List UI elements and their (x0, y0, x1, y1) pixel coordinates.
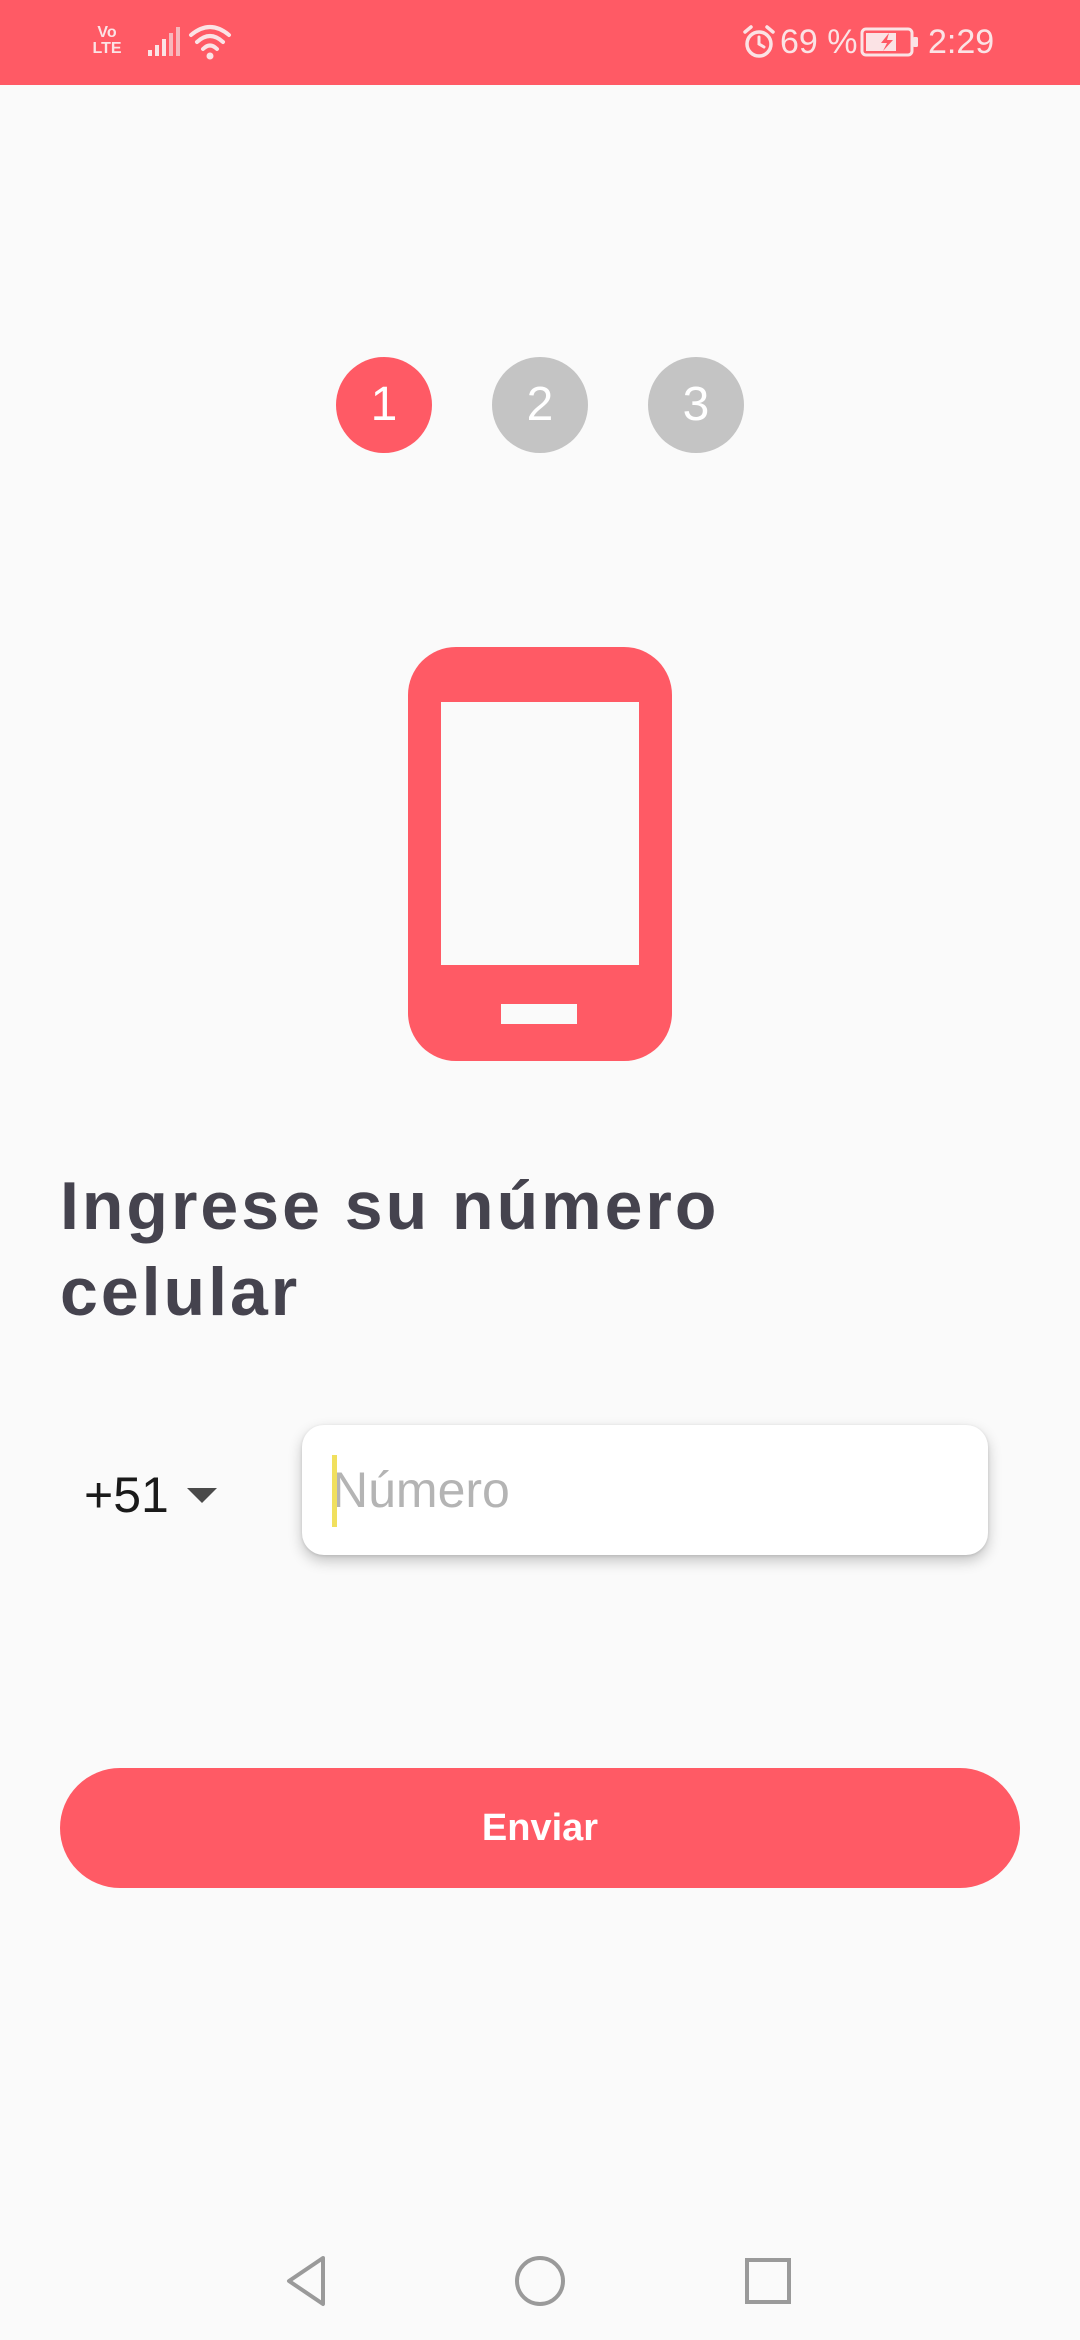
volte-label-top: Vo (97, 24, 117, 41)
send-button[interactable]: Enviar (60, 1768, 1020, 1888)
volte-icon: Vo LTE (92, 25, 122, 57)
volte-label-bottom: LTE (92, 40, 122, 57)
dropdown-arrow-icon (186, 1487, 217, 1503)
country-code-dropdown[interactable]: +51 (84, 1460, 244, 1530)
battery-percent: 69 % (780, 23, 858, 61)
step-3: 3 (648, 357, 744, 453)
step-1: 1 (336, 357, 432, 453)
smartphone-icon (408, 647, 672, 1061)
phone-number-input[interactable] (332, 1425, 962, 1555)
step-2: 2 (492, 357, 588, 453)
alarm-icon (743, 25, 775, 58)
text-cursor (332, 1455, 337, 1527)
wifi-icon (189, 25, 231, 60)
country-code-label: +51 (84, 1467, 169, 1523)
page-title: Ingrese su número celular (60, 1168, 720, 1330)
status-bar: Vo LTE 69 % 2:29 (0, 0, 1080, 85)
recents-icon[interactable] (733, 2246, 803, 2316)
phone-number-field (302, 1425, 988, 1555)
clock: 2:29 (928, 23, 995, 61)
signal-icon (148, 27, 180, 56)
battery-charging-icon (860, 27, 918, 57)
home-icon[interactable] (505, 2246, 575, 2316)
back-icon[interactable] (273, 2246, 343, 2316)
navigation-bar (0, 2220, 1080, 2340)
